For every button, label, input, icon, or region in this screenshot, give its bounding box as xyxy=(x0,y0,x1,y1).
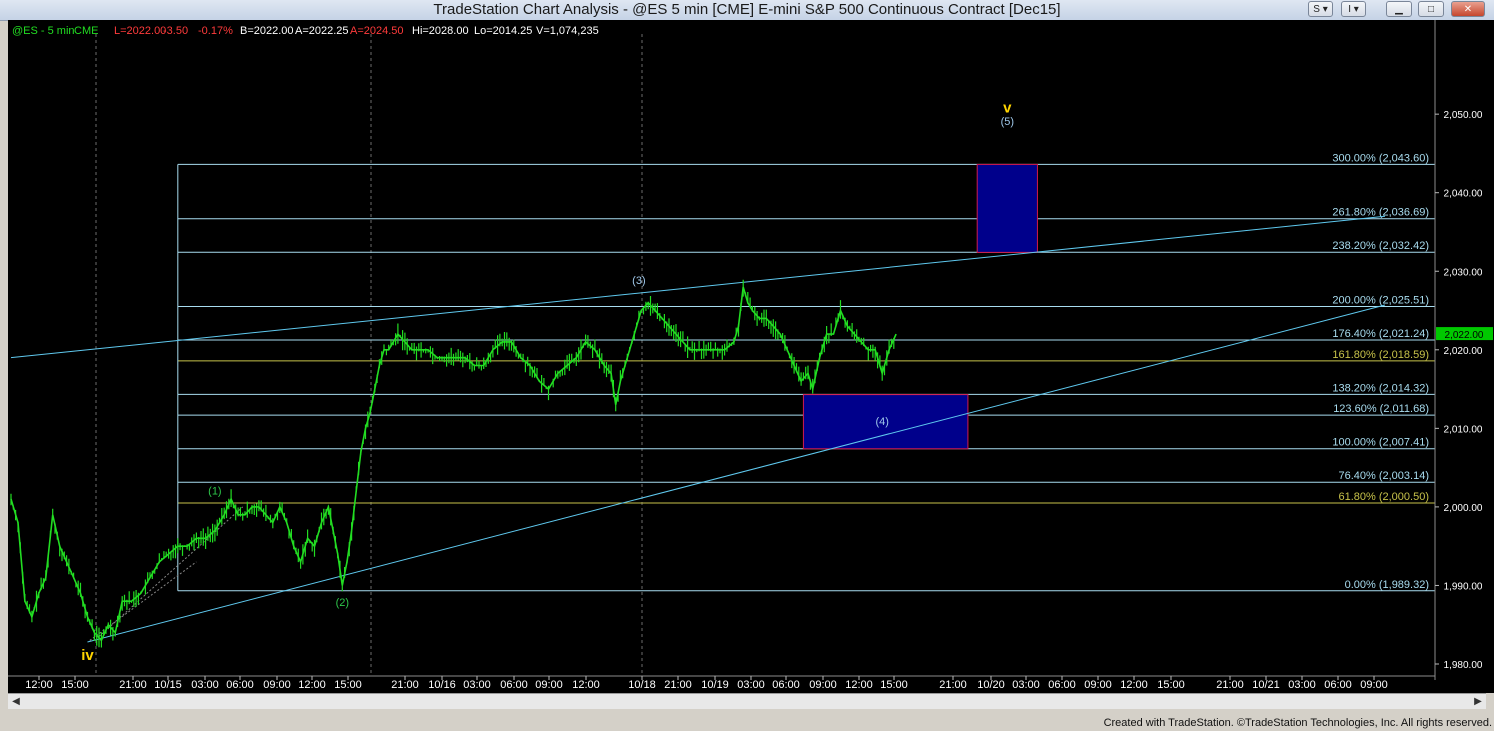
fib-label: 238.20% (2,032.42) xyxy=(1332,240,1429,252)
fib-label: 0.00% (1,989.32) xyxy=(1345,579,1429,591)
projection-line xyxy=(98,506,244,637)
x-tick-label: 03:00 xyxy=(1288,679,1316,691)
wave-label: (3) xyxy=(632,275,645,287)
fib-label: 300.00% (2,043.60) xyxy=(1332,152,1429,164)
x-tick-label: 03:00 xyxy=(1012,679,1040,691)
last-price-label: L=2022.00 xyxy=(114,25,166,37)
trend-line xyxy=(87,304,1386,643)
scroll-left-arrow-icon[interactable]: ◀ xyxy=(8,694,24,709)
x-tick-label: 10/19 xyxy=(701,679,729,691)
low-label: Lo=2014.25 xyxy=(474,25,532,37)
y-tick-label: 2,000.00 xyxy=(1444,503,1483,514)
fib-label: 138.20% (2,014.32) xyxy=(1332,382,1429,394)
trend-lines xyxy=(10,215,1386,643)
x-tick-label: 12:00 xyxy=(25,679,53,691)
x-tick-label: 10/15 xyxy=(154,679,182,691)
y-tick-label: 1,990.00 xyxy=(1444,581,1483,592)
last-price-label: 2,022.00 xyxy=(1445,330,1484,341)
net-change-label: -3.50 xyxy=(163,25,188,37)
x-tick-label: 12:00 xyxy=(572,679,600,691)
y-tick-label: 2,030.00 xyxy=(1444,267,1483,278)
x-tick-label: 09:00 xyxy=(1360,679,1388,691)
y-tick-label: 2,010.00 xyxy=(1444,424,1483,435)
x-tick-label: 06:00 xyxy=(1048,679,1076,691)
fib-label: 161.80% (2,018.59) xyxy=(1332,349,1429,361)
x-tick-label: 09:00 xyxy=(809,679,837,691)
x-tick-label: 03:00 xyxy=(191,679,219,691)
y-tick-label: 2,040.00 xyxy=(1444,189,1483,200)
x-tick-label: 12:00 xyxy=(845,679,873,691)
x-tick-label: 21:00 xyxy=(119,679,147,691)
x-tick-label: 21:00 xyxy=(664,679,692,691)
x-tick-label: 21:00 xyxy=(1216,679,1244,691)
x-tick-label: 10/16 xyxy=(428,679,456,691)
x-tick-label: 03:00 xyxy=(737,679,765,691)
close-button[interactable]: ✕ xyxy=(1451,1,1485,17)
wave-label: (4) xyxy=(875,416,888,428)
x-tick-label: 21:00 xyxy=(939,679,967,691)
wave-labels: iv v(5) (1) (2) (3) (4) xyxy=(81,100,1014,664)
wave-label: v xyxy=(1003,100,1012,117)
footer-copyright: Created with TradeStation. ©TradeStation… xyxy=(1103,717,1492,729)
exchange-label: CME xyxy=(74,25,98,37)
fib-label: 176.40% (2,021.24) xyxy=(1332,328,1429,340)
x-tick-label: 06:00 xyxy=(226,679,254,691)
y-tick-label: 2,020.00 xyxy=(1444,346,1483,357)
title-bar: TradeStation Chart Analysis - @ES 5 min … xyxy=(0,0,1494,21)
percent-change-label: -0.17% xyxy=(198,25,233,37)
wave-label: (5) xyxy=(1001,116,1014,128)
fib-label: 61.80% (2,000.50) xyxy=(1338,491,1429,503)
price-bars xyxy=(10,279,895,648)
x-tick-label: 06:00 xyxy=(500,679,528,691)
x-tick-label: 15:00 xyxy=(880,679,908,691)
fib-label: 100.00% (2,007.41) xyxy=(1332,437,1429,449)
horizontal-scrollbar[interactable]: ◀ ▶ xyxy=(8,693,1486,709)
y-tick-label: 2,050.00 xyxy=(1444,110,1483,121)
fib-label: 200.00% (2,025.51) xyxy=(1332,295,1429,307)
minimize-button[interactable]: ▁ xyxy=(1386,1,1412,17)
x-tick-label: 15:00 xyxy=(1157,679,1185,691)
symbol-menu-button[interactable]: S ▾ xyxy=(1308,1,1333,17)
volume-label: V=1,074,235 xyxy=(536,25,599,37)
ask-alt-label: A=2024.50 xyxy=(350,25,404,37)
target-box xyxy=(976,163,1038,253)
x-tick-label: 15:00 xyxy=(334,679,362,691)
wave-label: (2) xyxy=(336,597,349,609)
x-tick-label: 15:00 xyxy=(61,679,89,691)
price-series xyxy=(10,279,897,648)
ask-label: A=2022.25 xyxy=(295,25,349,37)
fib-label: 76.40% (2,003.14) xyxy=(1338,470,1429,482)
y-tick-label: 1,980.00 xyxy=(1444,660,1483,671)
status-header: @ES - 5 min CME L=2022.00-3.50 -0.17% B=2022… xyxy=(12,25,599,37)
x-tick-label: 09:00 xyxy=(1084,679,1112,691)
x-tick-label: 06:00 xyxy=(1324,679,1352,691)
x-tick-label: 10/20 xyxy=(977,679,1005,691)
price-axis: 1,980.00 1,990.00 2,000.00 2,010.00 2,020.00… xyxy=(1434,20,1493,680)
symbol-label: @ES - 5 min xyxy=(12,25,75,37)
time-axis: 12:00 15:00 21:00 10/15 03:00 06:00 09:00 12:00… xyxy=(8,675,1435,691)
x-tick-label: 06:00 xyxy=(772,679,800,691)
fib-levels: 0.00% (1,989.32) 61.80% (2,000.50) 76.40% … xyxy=(177,152,1435,592)
high-label: Hi=2028.00 xyxy=(412,25,469,37)
x-tick-label: 03:00 xyxy=(463,679,491,691)
chart-area[interactable]: 0.00% (1,989.32) 61.80% (2,000.50) 76.40% … xyxy=(8,20,1494,693)
wave-label: iv xyxy=(81,647,94,664)
scroll-right-arrow-icon[interactable]: ▶ xyxy=(1470,694,1486,709)
wave-label: (1) xyxy=(208,485,221,497)
x-tick-label: 09:00 xyxy=(263,679,291,691)
trend-line xyxy=(10,215,1386,359)
indicator-menu-button[interactable]: I ▾ xyxy=(1341,1,1366,17)
x-tick-label: 10/18 xyxy=(628,679,656,691)
x-tick-label: 09:00 xyxy=(535,679,563,691)
x-tick-label: 12:00 xyxy=(1120,679,1148,691)
x-tick-label: 10/21 xyxy=(1252,679,1280,691)
fib-label: 123.60% (2,011.68) xyxy=(1333,403,1429,415)
maximize-button[interactable]: □ xyxy=(1418,1,1444,17)
window-title: TradeStation Chart Analysis - @ES 5 min … xyxy=(433,1,1061,18)
price-chart[interactable]: 0.00% (1,989.32) 61.80% (2,000.50) 76.40% … xyxy=(8,20,1494,693)
x-tick-label: 21:00 xyxy=(391,679,419,691)
x-tick-label: 12:00 xyxy=(298,679,326,691)
bid-label: B=2022.00 xyxy=(240,25,294,37)
